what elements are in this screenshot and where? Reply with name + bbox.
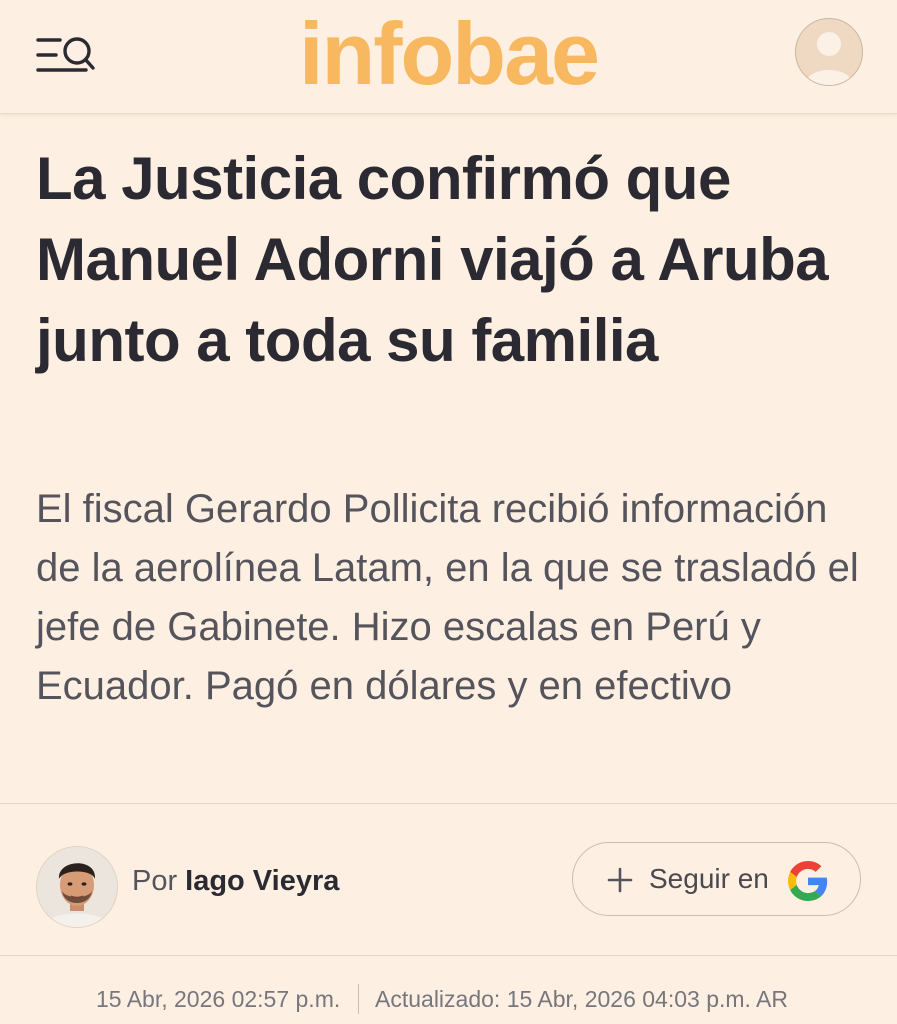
google-g-icon xyxy=(788,861,828,901)
author-photo xyxy=(37,847,117,927)
plus-icon xyxy=(607,867,633,893)
byline: Por Iago Vieyra xyxy=(132,862,339,900)
article-headline: La Justicia confirmó que Manuel Adorni v… xyxy=(36,145,829,374)
divider xyxy=(0,955,897,956)
author-name[interactable]: Iago Vieyra xyxy=(185,865,339,897)
date-separator xyxy=(358,984,359,1014)
author-avatar[interactable] xyxy=(36,846,118,928)
user-icon xyxy=(805,32,853,85)
divider xyxy=(0,803,897,804)
follow-label: Seguir en xyxy=(649,863,769,894)
byline-prefix: Por xyxy=(132,865,178,897)
published-date: 15 Abr, 2026 02:57 p.m. xyxy=(96,986,341,1012)
follow-on-google-button[interactable]: Seguir en xyxy=(572,842,861,916)
updated-date: Actualizado: 15 Abr, 2026 04:03 p.m. AR xyxy=(375,986,789,1012)
infobae-logo[interactable]: infobae xyxy=(0,4,897,104)
article-page: infobae La Justicia confirmó que Manuel … xyxy=(0,0,897,1024)
user-account-button[interactable] xyxy=(795,18,863,86)
top-bar: infobae xyxy=(0,0,897,114)
article-subheadline: El fiscal Gerardo Pollicita recibió info… xyxy=(36,487,859,708)
